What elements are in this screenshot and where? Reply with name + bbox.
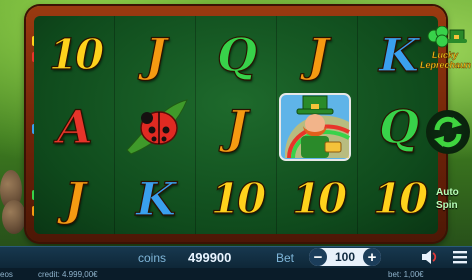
symbol-j: J bbox=[64, 172, 87, 226]
symbol-q: Q bbox=[216, 28, 258, 82]
bet-increase-button[interactable]: + bbox=[363, 248, 381, 266]
refresh-icon bbox=[434, 116, 462, 148]
bet-amount-text: bet: 1,00€ bbox=[388, 270, 424, 279]
symbol-10: 10 bbox=[372, 174, 429, 223]
stone-decoration bbox=[2, 200, 26, 234]
symbol-j: J bbox=[145, 28, 168, 82]
reel-4-cell-1: J bbox=[280, 20, 356, 90]
reel-3-cell-2: J bbox=[199, 92, 275, 162]
reel-4-cell-2 bbox=[277, 92, 353, 162]
menu-button[interactable] bbox=[452, 250, 468, 264]
auto-spin-button[interactable]: Auto Spin bbox=[436, 186, 472, 212]
spin-button[interactable] bbox=[426, 110, 470, 154]
symbol-q: Q bbox=[378, 100, 420, 154]
reel-1-cell-1: 10 bbox=[37, 20, 113, 90]
bet-decrease-button[interactable]: − bbox=[309, 248, 327, 266]
symbol-10: 10 bbox=[48, 30, 105, 79]
game-logo: Lucky Leprechaun bbox=[420, 25, 471, 70]
clover-hat-icon bbox=[427, 25, 467, 48]
reel-2-cell-2 bbox=[118, 92, 194, 162]
bet-label: Bet bbox=[276, 251, 295, 265]
reel-4-cell-3: 10 bbox=[280, 164, 356, 234]
reel-grid[interactable]: 10 A J J K Q J 10 J 10 K Q 10 bbox=[34, 16, 438, 234]
symbol-10: 10 bbox=[210, 174, 267, 223]
sound-button[interactable] bbox=[420, 248, 440, 266]
leprechaun-icon bbox=[279, 93, 351, 161]
reel-2-cell-1: J bbox=[118, 20, 194, 90]
symbol-j: J bbox=[226, 100, 249, 154]
ladybug-icon bbox=[126, 99, 188, 155]
coins-value: 499900 bbox=[188, 250, 232, 265]
reel-2-cell-3: K bbox=[118, 164, 194, 234]
symbol-j: J bbox=[307, 28, 330, 82]
status-left-fragment: eos bbox=[0, 270, 13, 279]
coins-label: coins bbox=[138, 251, 167, 265]
reel-1-cell-3: J bbox=[37, 164, 113, 234]
bet-stepper[interactable]: − 100 + bbox=[309, 248, 381, 266]
reel-3-cell-3: 10 bbox=[199, 164, 275, 234]
symbol-k: K bbox=[378, 28, 419, 82]
symbol-10: 10 bbox=[291, 174, 348, 223]
symbol-k: K bbox=[135, 172, 176, 226]
logo-text: Lucky Leprechaun bbox=[420, 50, 472, 70]
bet-value: 100 bbox=[334, 250, 356, 264]
symbol-a: A bbox=[57, 100, 94, 154]
reel-1-cell-2: A bbox=[37, 92, 113, 162]
reel-5-cell-3: 10 bbox=[361, 164, 437, 234]
credit-text: credit: 4.999,00€ bbox=[38, 270, 98, 279]
hamburger-menu-icon bbox=[453, 251, 467, 264]
bottom-control-bar bbox=[0, 246, 472, 269]
speaker-icon bbox=[422, 250, 437, 264]
reel-3-cell-1: Q bbox=[199, 20, 275, 90]
